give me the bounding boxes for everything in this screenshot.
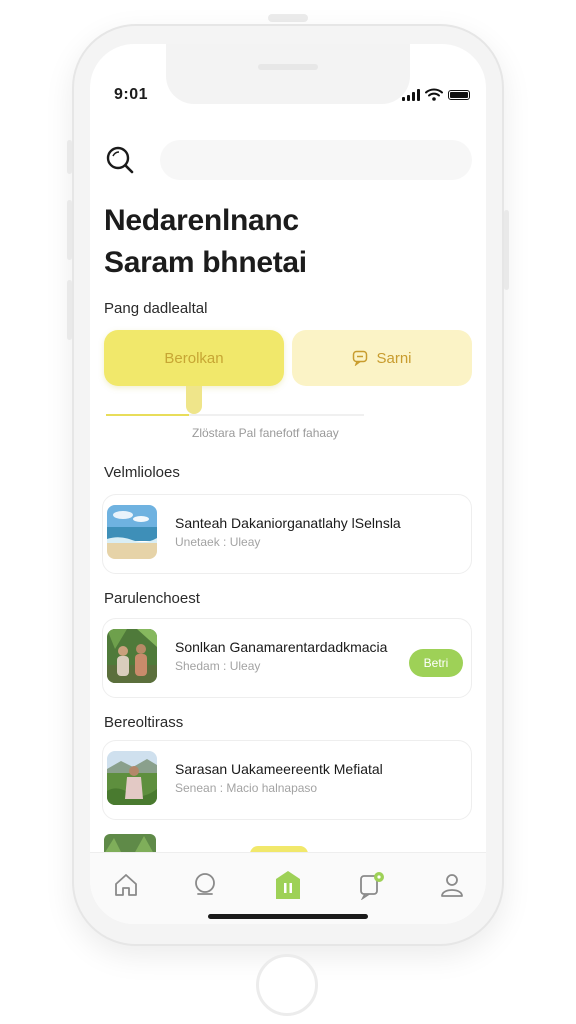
home-indicator: [208, 914, 368, 919]
notch: [166, 44, 410, 104]
beach-thumbnail: [107, 505, 157, 559]
active-tab-icon: [276, 871, 300, 899]
page-title-line-2: Saram bhnetai: [104, 246, 307, 279]
search-icon[interactable]: [104, 144, 136, 176]
home-button[interactable]: [256, 954, 318, 1016]
progress-track: [106, 414, 364, 416]
list-card-1[interactable]: Santeah Dakaniorganatlahy lSelnsla Uneta…: [102, 494, 472, 574]
device-top-slot: [268, 14, 308, 22]
primary-action-label: Berolkan: [164, 349, 224, 367]
card-action-pill[interactable]: Betri: [409, 649, 463, 677]
signal-icon: [402, 88, 420, 101]
list-card-3[interactable]: Sarasan Uakameereentk Mefiatal Senean : …: [102, 740, 472, 820]
section-label-2: Parulenchoest: [104, 590, 200, 607]
volume-down-button: [67, 280, 72, 340]
mute-switch: [67, 140, 72, 174]
people-palms-thumbnail: [107, 629, 157, 683]
chat-bubble-icon: [195, 873, 215, 895]
battery-icon: [448, 89, 470, 100]
tab-messages[interactable]: [185, 865, 225, 905]
section-label-1: Velmlioloes: [104, 464, 180, 481]
card-subtitle-2: Shedam : Uleay: [175, 659, 261, 673]
tab-active[interactable]: [268, 865, 308, 905]
tab-notifications[interactable]: [352, 865, 392, 905]
progress-fill: [106, 414, 189, 416]
card-title-1: Santeah Dakaniorganatlahy lSelnsla: [175, 515, 401, 531]
power-button: [504, 210, 509, 290]
secondary-action-button[interactable]: Sarni: [292, 330, 472, 386]
secondary-action-label: Sarni: [376, 349, 412, 367]
primary-action-button[interactable]: Berolkan: [104, 330, 284, 386]
page-title-line-1: Nedarenlnanc: [104, 204, 299, 237]
profile-icon: [441, 874, 463, 897]
card-subtitle-1: Unetaek : Uleay: [175, 535, 261, 549]
next-card-thumbnail: [104, 834, 156, 854]
phone-screen: 9:01 Nedarenlnanc Saram bhnetai Pang dad…: [90, 44, 486, 924]
speaker-grille: [258, 64, 318, 70]
card-title-2: Sonlkan Ganamarentardadkmacia: [175, 639, 388, 655]
status-icons: [402, 88, 470, 101]
volume-up-button: [67, 200, 72, 260]
notification-icon: [360, 872, 384, 900]
list-card-2[interactable]: Sonlkan Ganamarentardadkmacia Shedam : U…: [102, 618, 472, 698]
hint-text: Zlöstara Pal fanefotf fahaay: [192, 426, 339, 440]
primary-button-tab: [186, 386, 202, 414]
search-input[interactable]: [160, 140, 472, 180]
card-title-3: Sarasan Uakameereentk Mefiatal: [175, 761, 383, 777]
tab-profile[interactable]: [432, 865, 472, 905]
page-title: Nedarenlnanc Saram bhnetai: [104, 200, 474, 284]
tab-home[interactable]: [106, 865, 146, 905]
woman-field-thumbnail: [107, 751, 157, 805]
section-label-3: Bereoltirass: [104, 714, 184, 731]
wifi-icon: [425, 88, 443, 101]
card-subtitle-3: Senean : Macio halnapaso: [175, 781, 318, 795]
status-time: 9:01: [114, 86, 149, 103]
device-stage: 9:01 Nedarenlnanc Saram bhnetai Pang dad…: [0, 0, 576, 1024]
actions-section-label: Pang dadlealtal: [104, 300, 208, 317]
chat-icon: [353, 350, 368, 366]
home-icon: [115, 874, 137, 896]
search-bar: [104, 140, 472, 180]
